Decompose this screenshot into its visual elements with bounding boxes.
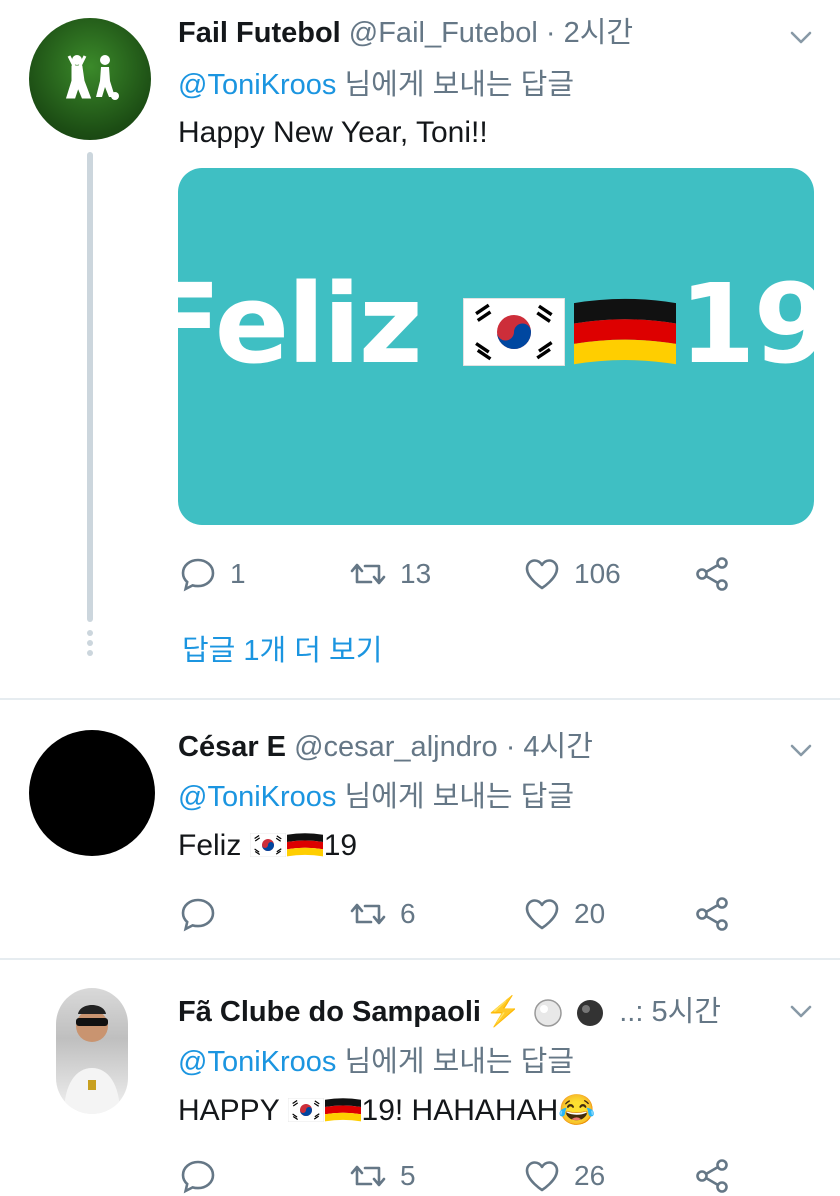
like-button[interactable]: 26 — [522, 1156, 605, 1196]
like-count: 26 — [574, 1160, 606, 1191]
like-icon — [522, 894, 562, 934]
text-part: 19! HAHAHAH — [361, 1094, 559, 1127]
like-icon — [522, 1156, 562, 1196]
tweet-header: César E @cesar_aljndro · 4시간 — [178, 730, 593, 764]
author-name[interactable]: César E — [178, 731, 286, 763]
thread-line — [87, 152, 93, 622]
reply-icon — [178, 1156, 218, 1196]
media-image[interactable]: Feliz 19 — [178, 168, 814, 525]
tweet-text: Feliz 19 — [178, 828, 357, 864]
tweet-actions: 5 26 — [178, 1156, 778, 1196]
korea-flag-icon — [463, 298, 565, 366]
retweet-button[interactable]: 6 — [348, 894, 416, 934]
laughing-emoji-icon: 😂 — [558, 1094, 596, 1127]
reply-button[interactable] — [178, 894, 230, 934]
tweet-actions: 6 20 — [178, 894, 778, 934]
retweet-count: 6 — [400, 898, 416, 929]
like-button[interactable]: 20 — [522, 894, 605, 934]
author-name[interactable]: Fail Futebol — [178, 17, 341, 49]
tweet-actions: 1 13 106 — [178, 554, 778, 594]
timestamp[interactable]: 5시간 — [651, 996, 721, 1028]
retweet-icon — [348, 1156, 388, 1196]
players-icon — [65, 55, 119, 100]
reply-button[interactable] — [178, 1156, 230, 1196]
like-button[interactable]: 106 — [522, 554, 621, 594]
text-part: Feliz — [178, 829, 242, 862]
separator: · — [505, 731, 516, 763]
media-text-feliz: Feliz — [178, 260, 423, 388]
profile-photo-icon — [64, 1005, 120, 1114]
share-button[interactable] — [692, 554, 732, 594]
author-name[interactable]: Fã Clube do Sampaoli — [178, 996, 481, 1028]
retweet-icon — [348, 894, 388, 934]
like-count: 20 — [574, 898, 606, 929]
germany-flag-icon — [324, 1098, 362, 1122]
korea-flag-icon — [288, 1098, 324, 1122]
chevron-down-icon[interactable] — [788, 737, 814, 763]
author-handle[interactable]: @cesar_aljndro — [294, 731, 498, 763]
share-button[interactable] — [692, 1156, 732, 1196]
like-count: 106 — [574, 558, 621, 589]
reply-button[interactable]: 1 — [178, 554, 246, 594]
reply-count: 1 — [230, 558, 246, 589]
reply-suffix: 님에게 보내는 답글 — [344, 1046, 575, 1078]
chevron-down-icon[interactable] — [788, 24, 814, 50]
retweet-count: 5 — [400, 1160, 416, 1191]
thread-dots — [86, 630, 94, 660]
share-icon — [692, 1156, 732, 1196]
lightning-icon: ⚡ — [484, 996, 522, 1028]
avatar[interactable] — [56, 988, 128, 1114]
retweet-button[interactable]: 5 — [348, 1156, 416, 1196]
reply-icon — [178, 894, 218, 934]
korea-flag-icon — [250, 833, 286, 857]
timestamp[interactable]: 4시간 — [523, 731, 593, 763]
like-icon — [522, 554, 562, 594]
text-part: 19 — [323, 829, 358, 862]
reply-icon — [178, 554, 218, 594]
tweet-header: Fail Futebol @Fail_Futebol · 2시간 — [178, 16, 633, 50]
tweet-text: HAPPY 19! HAHAHAH😂 — [178, 1093, 596, 1129]
tweet-header: Fã Clube do Sampaoli ⚡ ..: 5시간 — [178, 995, 721, 1029]
tweet-text: Happy New Year, Toni!! — [178, 116, 488, 149]
share-button[interactable] — [692, 894, 732, 934]
show-more-replies-link[interactable]: 답글 1개 더 보기 — [182, 627, 382, 669]
separator: · — [545, 17, 556, 49]
mention-link[interactable]: @ToniKroos — [178, 69, 336, 101]
share-icon — [692, 894, 732, 934]
tweet-cesar-e[interactable]: César E @cesar_aljndro · 4시간 @ToniKroos … — [0, 700, 840, 958]
germany-flag-icon — [571, 298, 679, 366]
mention-link[interactable]: @ToniKroos — [178, 781, 336, 813]
reply-context: @ToniKroos 님에게 보내는 답글 — [178, 1045, 574, 1079]
avatar[interactable] — [29, 730, 155, 856]
avatar[interactable] — [29, 18, 151, 140]
text-part: HAPPY — [178, 1094, 280, 1127]
reply-suffix: 님에게 보내는 답글 — [344, 781, 575, 813]
reply-suffix: 님에게 보내는 답글 — [344, 69, 575, 101]
retweet-icon — [348, 554, 388, 594]
retweet-count: 13 — [400, 558, 432, 589]
white-ball-icon — [534, 999, 562, 1028]
timestamp[interactable]: 2시간 — [564, 17, 634, 49]
retweet-button[interactable]: 13 — [348, 554, 431, 594]
reply-context: @ToniKroos 님에게 보내는 답글 — [178, 68, 574, 102]
reply-context: @ToniKroos 님에게 보내는 답글 — [178, 780, 574, 814]
tweet-fa-clube-sampaoli[interactable]: Fã Clube do Sampaoli ⚡ ..: 5시간 @ToniKroos… — [0, 960, 840, 1194]
share-icon — [692, 554, 732, 594]
chevron-down-icon[interactable] — [788, 998, 814, 1024]
mention-link[interactable]: @ToniKroos — [178, 1046, 336, 1078]
media-caption: Feliz 19 — [178, 260, 814, 388]
germany-flag-icon — [286, 833, 324, 857]
tweet-fail-futebol[interactable]: Fail Futebol @Fail_Futebol · 2시간 @ToniKr… — [0, 0, 840, 698]
author-handle[interactable]: ..: — [619, 996, 643, 1028]
author-handle[interactable]: @Fail_Futebol — [349, 17, 538, 49]
black-ball-icon — [577, 1000, 604, 1027]
media-text-year: 19 — [679, 260, 814, 388]
